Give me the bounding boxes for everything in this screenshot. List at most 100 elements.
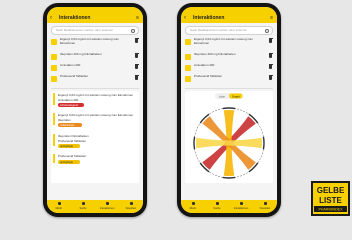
graph-node-arc[interactable] [222, 176, 236, 179]
medication-icon [51, 76, 57, 82]
divider [51, 88, 139, 89]
home-icon [191, 202, 195, 205]
interaction-drug-b: Amiodaron 200 [58, 98, 79, 102]
medication-icon [51, 65, 57, 71]
search-placeholder: Nach Medikamenten suchen oder scannen [190, 28, 248, 32]
logo-line3: PHARMINDEX [319, 208, 344, 212]
logo-line2: LISTE [319, 196, 342, 205]
group-marker-icon [53, 93, 55, 105]
filter-icon[interactable]: ≡ [136, 14, 139, 22]
toggle-graph-label[interactable]: Graph [232, 94, 240, 98]
nav-label: Merkl. [55, 207, 63, 210]
interaction-drug-b: Ibuprofen [58, 118, 71, 122]
medication-name: Probenecid Tabletten [60, 74, 89, 78]
trash-icon[interactable] [134, 38, 139, 43]
nav-item-search[interactable]: Suche [71, 200, 95, 213]
nav-label: Suche [79, 207, 87, 210]
screen: ‹ Interaktionen ≡ Nach Medikamenten such… [47, 7, 143, 213]
group-marker-icon [53, 113, 55, 125]
interaction-list: Ergenyl 0,03 mg/ml mit solution Lösung z… [53, 93, 133, 164]
star-icon [263, 202, 267, 205]
back-arrow-icon[interactable]: ‹ [184, 14, 186, 22]
trash-icon[interactable] [268, 38, 273, 43]
medication-icon [185, 39, 191, 45]
nav-label: Interaktionen [99, 207, 115, 210]
severity-label: geringfügig [60, 144, 73, 148]
nav-label: Suche [213, 207, 221, 210]
toggle-list-label[interactable]: Liste [219, 94, 225, 98]
bottom-nav: Merkl. Suche Interaktionen Favoriten [47, 200, 143, 213]
chord-ribbons [196, 110, 262, 176]
logo-line1: GELBE [317, 186, 345, 195]
trash-icon[interactable] [134, 64, 139, 69]
medication-name: Amiodaron 200 [60, 63, 81, 67]
page-title: Interaktionen [193, 15, 225, 21]
search-icon[interactable] [264, 28, 269, 33]
search-icon[interactable] [130, 28, 135, 33]
trash-icon[interactable] [268, 75, 273, 80]
search-icon [215, 202, 219, 205]
nav-item-interactions[interactable]: Interaktionen [229, 200, 253, 213]
nav-item-home[interactable]: Merkl. [47, 200, 71, 213]
severity-label: geringfügig [60, 160, 73, 164]
interaction-group[interactable]: Probenecid Tabletten geringfügig [53, 154, 86, 164]
search-field[interactable]: Nach Medikamenten suchen oder scannen [185, 26, 273, 35]
graph-node-arc[interactable] [262, 136, 265, 150]
trash-icon[interactable] [134, 75, 139, 80]
interaction-group[interactable]: Ergenyl 0,03 mg/ml mit solution Lösung z… [53, 113, 133, 127]
trash-icon[interactable] [268, 64, 273, 69]
interaction-list-panel: Ergenyl 0,03 mg/ml mit solution Lösung z… [51, 91, 139, 183]
medication-icon [185, 54, 191, 60]
medication-icon [51, 54, 57, 60]
medication-name: Amiodaron 200 [194, 63, 215, 67]
medication-item[interactable]: Probenecid Tabletten [51, 74, 139, 86]
medication-name: Probenecid Tabletten [194, 74, 223, 78]
interaction-drug-b: Probenecid Tabletten [58, 139, 86, 143]
graph-node-arc[interactable] [222, 107, 236, 110]
view-toggle[interactable]: Liste Graph [215, 93, 243, 99]
screen: ‹ Interaktionen ≡ Nach Medikamenten such… [181, 7, 277, 213]
nav-item-home[interactable]: Merkl. [181, 200, 205, 213]
page-title: Interaktionen [59, 15, 91, 21]
medication-item[interactable]: Ergenyl 0,03 mg/ml mit solution Lösung z… [51, 37, 139, 53]
medication-icon [185, 65, 191, 71]
interaction-drug-a: Ibuprofen Filmtabletten [58, 134, 89, 138]
trash-icon[interactable] [134, 53, 139, 58]
interaction-group[interactable]: Ergenyl 0,03 mg/ml mit solution Lösung z… [53, 93, 133, 107]
phone-list-view: ‹ Interaktionen ≡ Nach Medikamenten such… [43, 3, 147, 217]
trash-icon[interactable] [268, 53, 273, 58]
search-icon [81, 202, 85, 205]
severity-label: schwerwiegend [60, 103, 78, 107]
back-arrow-icon[interactable]: ‹ [50, 14, 52, 22]
nav-item-favorites[interactable]: Favoriten [253, 200, 277, 213]
nav-label: Merkl. [189, 207, 197, 210]
nav-item-favorites[interactable]: Favoriten [119, 200, 143, 213]
gelbe-liste-logo: GELBE LISTE PHARMINDEX [311, 181, 350, 216]
nav-label: Favoriten [125, 207, 137, 210]
divider [185, 88, 273, 89]
nav-label: Interaktionen [233, 207, 249, 210]
severity-label: mittelschwer [60, 123, 75, 127]
app-bar: ‹ Interaktionen ≡ [181, 13, 277, 23]
group-marker-icon [53, 154, 55, 163]
star-icon [129, 202, 133, 205]
interaction-group[interactable]: Ibuprofen Filmtabletten Probenecid Table… [53, 134, 89, 148]
nav-item-interactions[interactable]: Interaktionen [95, 200, 119, 213]
group-marker-icon [53, 134, 55, 146]
interactions-icon [105, 202, 109, 205]
medication-icon [51, 39, 57, 45]
medication-name: Ibuprofen 400 mg Filmtabletten [60, 52, 102, 56]
graph-node-arc[interactable] [193, 136, 196, 150]
search-placeholder: Nach Medikamenten suchen oder scannen [56, 28, 114, 32]
home-icon [57, 202, 61, 205]
nav-item-search[interactable]: Suche [205, 200, 229, 213]
filter-icon[interactable]: ≡ [270, 14, 273, 22]
medication-item[interactable]: Probenecid Tabletten [185, 74, 273, 86]
search-field[interactable]: Nach Medikamenten suchen oder scannen [51, 26, 139, 35]
interaction-drug-a: Ergenyl 0,03 mg/ml mit solution Lösung z… [58, 93, 133, 97]
interaction-graph: Liste Graph [193, 93, 265, 179]
nav-label: Favoriten [259, 207, 271, 210]
interaction-drug-a: Probenecid Tabletten [58, 154, 86, 158]
medication-item[interactable]: Ergenyl 0,03 mg/ml mit solution Lösung z… [185, 37, 273, 53]
bottom-nav: Merkl. Suche Interaktionen Favoriten [181, 200, 277, 213]
